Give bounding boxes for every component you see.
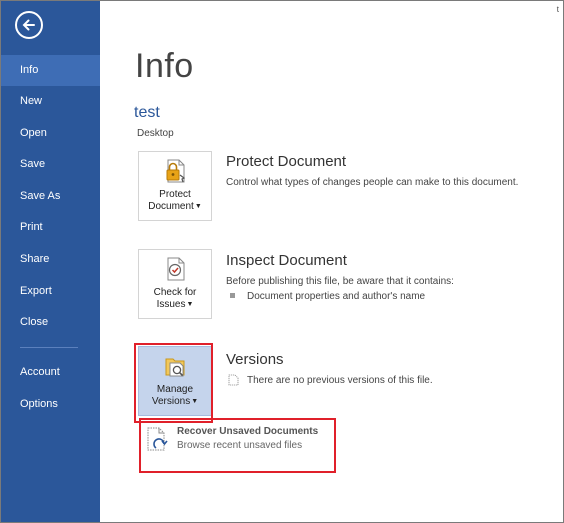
inspect-description: Before publishing this file, be aware th…	[226, 276, 454, 287]
versions-description: There are no previous versions of this f…	[247, 375, 433, 386]
protect-document-button[interactable]: Protect Document▼	[138, 151, 212, 221]
versions-button-label-2: Versions	[151, 396, 191, 407]
inspect-bullet-text: Document properties and author's name	[247, 291, 426, 302]
check-document-icon	[167, 257, 185, 281]
recover-document-icon	[147, 427, 168, 451]
inspect-button-label-1: Check for	[153, 287, 197, 298]
back-arrow-icon	[22, 19, 35, 31]
versions-folder-icon	[165, 358, 185, 377]
check-for-issues-button[interactable]: Check for Issues▼	[138, 249, 212, 319]
dropdown-caret-icon: ▼	[191, 398, 199, 405]
recover-unsaved-documents-item[interactable]: Recover Unsaved Documents Browse recent …	[144, 426, 332, 468]
recover-title: Recover Unsaved Documents	[177, 426, 319, 437]
sidebar-item-share[interactable]: Share	[1, 244, 100, 275]
versions-title: Versions	[226, 351, 284, 368]
backstage-window: Info New Open Save Save As Print Share E…	[0, 0, 564, 523]
inspect-button-label-2: Issues	[156, 299, 186, 310]
sidebar-item-save-as[interactable]: Save As	[1, 181, 100, 212]
protect-title: Protect Document	[226, 153, 347, 170]
sidebar-item-save[interactable]: Save	[1, 149, 100, 180]
sidebar-item-options[interactable]: Options	[1, 389, 100, 420]
manage-versions-button[interactable]: Manage Versions▼	[138, 346, 212, 416]
dropdown-caret-icon: ▼	[194, 203, 202, 210]
recover-description: Browse recent unsaved files	[177, 440, 303, 451]
backstage-sidebar: Info New Open Save Save As Print Share E…	[1, 1, 100, 522]
sidebar-item-new[interactable]: New	[1, 86, 100, 117]
back-button[interactable]	[15, 11, 43, 39]
protect-button-label-2: Document	[148, 201, 194, 212]
page-title: Info	[135, 47, 194, 85]
dropdown-caret-icon: ▼	[186, 301, 194, 308]
sidebar-item-open[interactable]: Open	[1, 118, 100, 149]
lock-document-icon	[166, 159, 186, 183]
bullet-icon	[230, 293, 235, 298]
sidebar-item-info[interactable]: Info	[1, 55, 100, 86]
document-version-icon	[228, 374, 239, 386]
sidebar-item-export[interactable]: Export	[1, 276, 100, 307]
document-location: Desktop	[137, 128, 174, 139]
sidebar-divider	[20, 347, 78, 348]
sidebar-item-print[interactable]: Print	[1, 212, 100, 243]
versions-button-label-1: Manage	[156, 384, 194, 395]
inspect-title: Inspect Document	[226, 252, 347, 269]
protect-description: Control what types of changes people can…	[226, 177, 519, 188]
sidebar-item-close[interactable]: Close	[1, 307, 100, 338]
info-pane: Info test Desktop Protect Document▼ Prot…	[100, 1, 563, 522]
protect-button-label-1: Protect	[159, 189, 191, 200]
sidebar-item-account[interactable]: Account	[1, 357, 100, 388]
document-name: test	[134, 104, 160, 121]
